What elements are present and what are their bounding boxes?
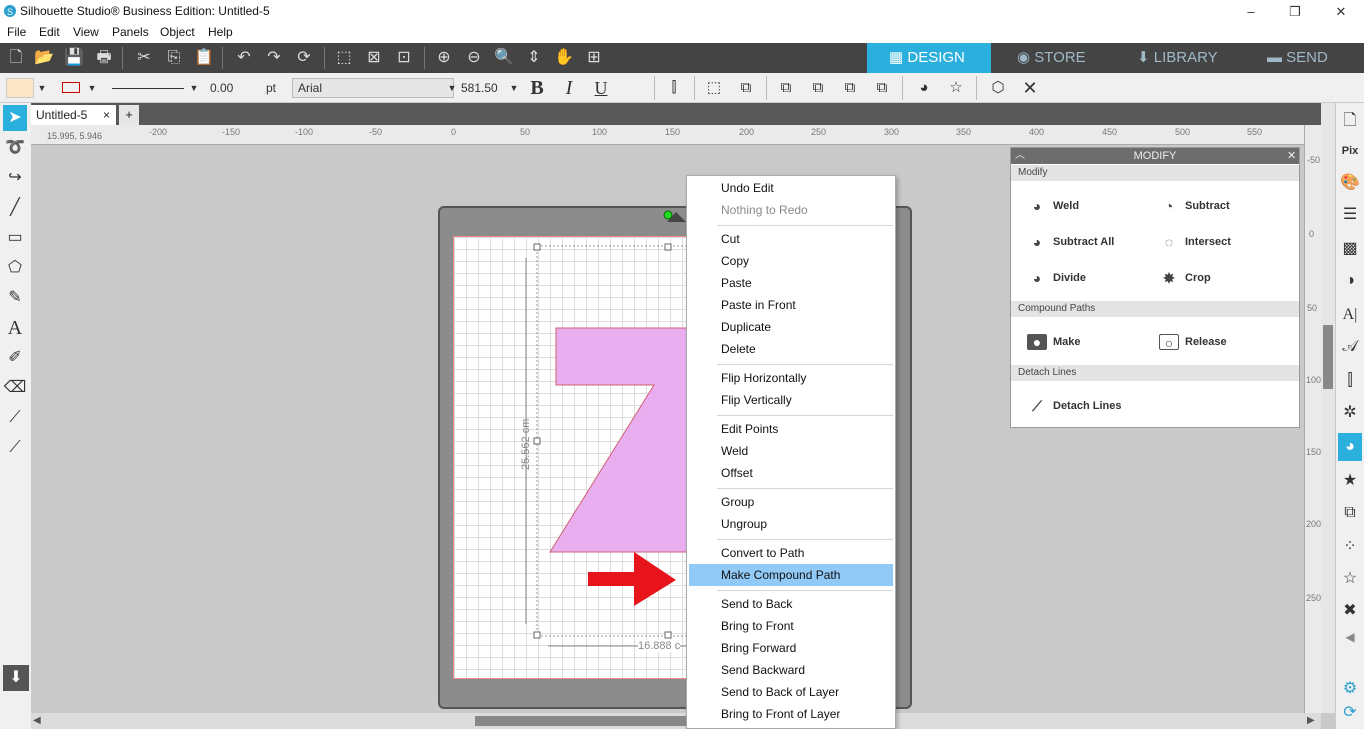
make-compound-button[interactable]: ● Make [1027,331,1081,353]
menu-separator [717,590,893,591]
selected-shape[interactable] [549,327,691,553]
menu-separator [717,415,893,416]
selection-handle[interactable] [664,631,672,639]
release-compound-icon: ○ [1159,334,1179,351]
menu-separator [717,539,893,540]
menu-separator [717,364,893,365]
selection-handle[interactable] [664,243,672,251]
intersect-button[interactable]: ◌ Intersect [1159,231,1231,253]
menu-item-weld[interactable]: Weld [689,440,893,462]
subtract-icon: ◔ [1164,198,1174,215]
section-detach-lines: Detach Lines [1011,365,1299,381]
menu-separator [717,225,893,226]
menu-item-edit-points[interactable]: Edit Points [689,418,893,440]
subtract-button[interactable]: ◔ Subtract [1159,195,1230,217]
menu-item-paste-in-front[interactable]: Paste in Front [689,294,893,316]
menu-item-ungroup[interactable]: Ungroup [689,513,893,535]
menu-item-send-to-back-of-layer[interactable]: Send to Back of Layer [689,681,893,703]
height-dimension-label: 25.562 cm [520,418,532,470]
detach-lines-icon: ⟋ [1032,398,1042,415]
menu-item-nothing-to-redo: Nothing to Redo [721,203,808,217]
context-menu: Undo Edit Nothing to Redo Cut Copy Paste… [686,175,896,729]
subtract-all-button[interactable]: ◕ Subtract All [1027,231,1115,253]
menu-item-convert-to-path[interactable]: Convert to Path [689,542,893,564]
section-modify: Modify [1011,165,1299,181]
intersect-icon: ◌ [1164,234,1174,251]
menu-item-flip-vertically[interactable]: Flip Vertically [689,389,893,411]
divide-icon: ◕ [1032,270,1042,287]
menu-item-bring-forward[interactable]: Bring Forward [689,637,893,659]
crop-button[interactable]: ✸ Crop [1159,267,1211,289]
divide-button[interactable]: ◕ Divide [1027,267,1086,289]
weld-icon: ◕ [1032,198,1042,215]
menu-separator [717,488,893,489]
collapse-panel-icon[interactable]: ︿ [1015,148,1025,164]
menu-item-offset[interactable]: Offset [689,462,893,484]
modify-panel-title: MODIFY [1133,150,1177,162]
selection-handle[interactable] [533,631,541,639]
menu-item-undo-edit[interactable]: Undo Edit [689,177,893,199]
detach-lines-button[interactable]: ⟋ Detach Lines [1027,395,1121,417]
make-compound-icon: ● [1027,334,1047,351]
menu-item-copy[interactable]: Copy [689,250,893,272]
menu-item-bring-to-front[interactable]: Bring to Front [689,615,893,637]
release-compound-button[interactable]: ○ Release [1159,331,1227,353]
menu-item-send-to-back[interactable]: Send to Back [689,593,893,615]
menu-item-make-compound-path[interactable]: Make Compound Path [689,564,893,586]
red-pointer-arrow [588,552,676,606]
weld-button[interactable]: ◕ Weld [1027,195,1079,217]
modify-panel-header[interactable]: ︿ MODIFY ✕ [1011,148,1299,164]
width-dimension-label: 16.888 c [638,640,681,652]
selection-handle[interactable] [533,243,541,251]
menu-item-delete[interactable]: Delete [689,338,893,360]
menu-item-bring-to-front-of-layer[interactable]: Bring to Front of Layer [689,703,893,725]
menu-item-send-backward[interactable]: Send Backward [689,659,893,681]
close-panel-icon[interactable]: ✕ [1287,148,1296,164]
menu-item-paste[interactable]: Paste [689,272,893,294]
crop-icon: ✸ [1163,270,1175,287]
menu-item-duplicate[interactable]: Duplicate [689,316,893,338]
subtract-all-icon: ◕ [1032,234,1042,251]
menu-item-cut[interactable]: Cut [689,228,893,250]
section-compound-paths: Compound Paths [1011,301,1299,317]
selection-handle[interactable] [533,437,541,445]
modify-panel: ︿ MODIFY ✕ Modify ◕ Weld ◔ Subtract ◕ Subtr… [1010,147,1300,428]
menu-item-group[interactable]: Group [689,491,893,513]
menu-item-flip-horizontally[interactable]: Flip Horizontally [689,367,893,389]
